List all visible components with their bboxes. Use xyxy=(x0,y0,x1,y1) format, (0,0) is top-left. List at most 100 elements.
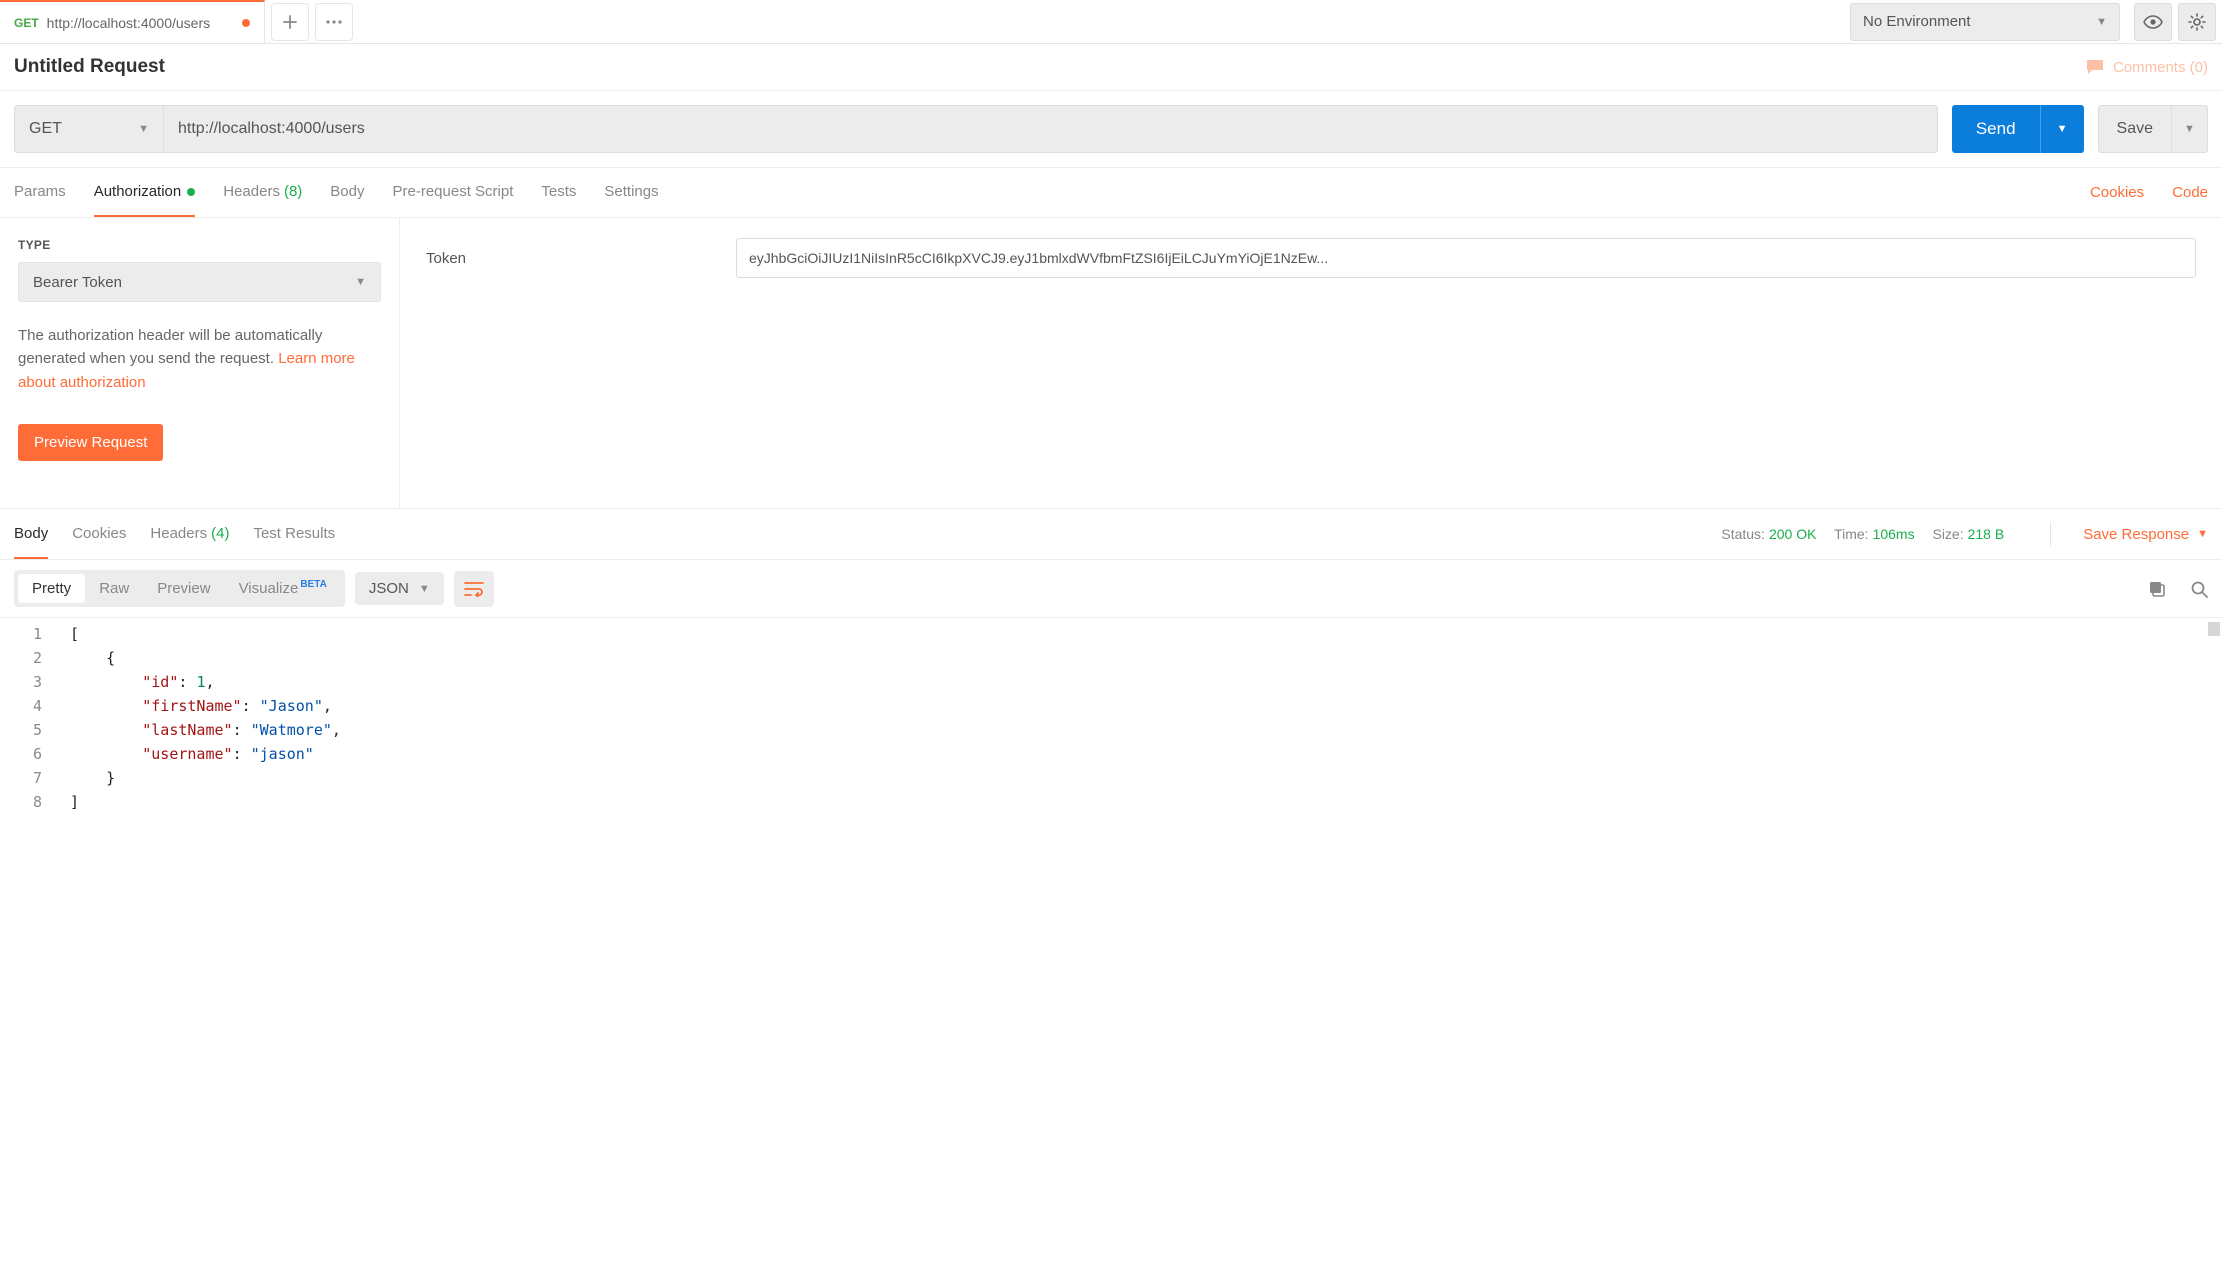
tab-params[interactable]: Params xyxy=(14,168,66,217)
preview-request-button[interactable]: Preview Request xyxy=(18,424,163,461)
chevron-down-icon: ▼ xyxy=(2197,528,2208,540)
tab-body[interactable]: Body xyxy=(330,168,364,217)
resp-tab-cookies[interactable]: Cookies xyxy=(72,509,126,559)
auth-type-select[interactable]: Bearer Token ▼ xyxy=(18,262,381,302)
response-tabs: Body Cookies Headers (4) Test Results St… xyxy=(0,508,2222,560)
code-link[interactable]: Code xyxy=(2172,184,2208,201)
resp-tab-body[interactable]: Body xyxy=(14,509,48,559)
request-tabs: Params Authorization Headers (8) Body Pr… xyxy=(0,168,2222,218)
chevron-down-icon: ▼ xyxy=(2184,123,2195,135)
auth-description: The authorization header will be automat… xyxy=(18,324,381,394)
auth-left: TYPE Bearer Token ▼ The authorization he… xyxy=(0,218,400,508)
code-content: } xyxy=(70,766,115,790)
copy-response-button[interactable] xyxy=(2148,580,2166,598)
code-content: "id": 1, xyxy=(70,670,215,694)
view-visualize[interactable]: VisualizeBETA xyxy=(225,574,341,603)
status-value: 200 OK xyxy=(1769,526,1816,542)
authorization-panel: TYPE Bearer Token ▼ The authorization he… xyxy=(0,218,2222,508)
save-response-button[interactable]: Save Response ▼ xyxy=(2083,526,2208,543)
line-number: 2 xyxy=(0,646,70,670)
comments-button[interactable]: Comments (0) xyxy=(2085,58,2208,76)
auth-type-value: Bearer Token xyxy=(33,274,122,291)
comment-icon xyxy=(2085,58,2105,76)
divider xyxy=(2050,522,2051,546)
url-input[interactable] xyxy=(164,105,1938,153)
line-number: 3 xyxy=(0,670,70,694)
code-line: 2 { xyxy=(0,646,2222,670)
tab-title: http://localhost:4000/users xyxy=(47,15,210,31)
new-tab-button[interactable] xyxy=(271,3,309,41)
code-content: { xyxy=(70,646,115,670)
comments-label: Comments (0) xyxy=(2113,59,2208,76)
chevron-down-icon: ▼ xyxy=(2057,123,2068,135)
method-value: GET xyxy=(29,120,62,138)
line-number: 6 xyxy=(0,742,70,766)
code-line: 1[ xyxy=(0,622,2222,646)
url-bar: GET ▼ Send ▼ Save ▼ xyxy=(0,91,2222,168)
code-line: 8] xyxy=(0,790,2222,814)
unsaved-dot-icon xyxy=(242,19,250,27)
tab-prerequest[interactable]: Pre-request Script xyxy=(393,168,514,217)
scrollbar-thumb[interactable] xyxy=(2208,622,2220,636)
settings-button[interactable] xyxy=(2178,3,2216,41)
environment-quicklook-button[interactable] xyxy=(2134,3,2172,41)
send-label: Send xyxy=(1952,119,2040,139)
active-indicator-icon xyxy=(187,188,195,196)
wrap-lines-button[interactable] xyxy=(454,571,494,607)
token-label: Token xyxy=(426,250,716,267)
code-line: 4 "firstName": "Jason", xyxy=(0,694,2222,718)
line-number: 8 xyxy=(0,790,70,814)
code-content: "firstName": "Jason", xyxy=(70,694,332,718)
token-input[interactable] xyxy=(736,238,2196,278)
line-number: 4 xyxy=(0,694,70,718)
request-tab[interactable]: GET http://localhost:4000/users xyxy=(0,0,265,44)
request-title-row: Untitled Request Comments (0) xyxy=(0,44,2222,91)
save-dropdown[interactable]: ▼ xyxy=(2171,106,2207,152)
send-button[interactable]: Send ▼ xyxy=(1952,105,2084,153)
code-content: ] xyxy=(70,790,79,814)
line-number: 5 xyxy=(0,718,70,742)
view-raw[interactable]: Raw xyxy=(85,574,143,603)
request-title[interactable]: Untitled Request xyxy=(14,56,165,78)
tab-settings[interactable]: Settings xyxy=(604,168,658,217)
environment-select[interactable]: No Environment ▼ xyxy=(1850,3,2120,41)
code-content: "username": "jason" xyxy=(70,742,314,766)
chevron-down-icon: ▼ xyxy=(355,276,366,288)
auth-right: Token xyxy=(400,218,2222,508)
save-button[interactable]: Save ▼ xyxy=(2098,105,2208,153)
environment-label: No Environment xyxy=(1863,13,1971,30)
tab-method: GET xyxy=(14,16,39,30)
size-value: 218 B xyxy=(1968,526,2005,542)
format-select[interactable]: JSON ▼ xyxy=(355,572,444,605)
code-content: [ xyxy=(70,622,79,646)
tab-tests[interactable]: Tests xyxy=(541,168,576,217)
tab-authorization[interactable]: Authorization xyxy=(94,168,196,217)
auth-type-label: TYPE xyxy=(18,238,381,252)
cookies-link[interactable]: Cookies xyxy=(2090,184,2144,201)
chevron-down-icon: ▼ xyxy=(2096,16,2107,28)
view-preview[interactable]: Preview xyxy=(143,574,224,603)
tab-bar: GET http://localhost:4000/users No Envir… xyxy=(0,0,2222,44)
line-number: 7 xyxy=(0,766,70,790)
code-line: 5 "lastName": "Watmore", xyxy=(0,718,2222,742)
viewer-controls: Pretty Raw Preview VisualizeBETA JSON ▼ xyxy=(0,560,2222,618)
view-mode-segment: Pretty Raw Preview VisualizeBETA xyxy=(14,570,345,607)
response-meta: Status:200 OK Time:106ms Size:218 B xyxy=(1721,526,2018,542)
method-select[interactable]: GET ▼ xyxy=(14,105,164,153)
line-number: 1 xyxy=(0,622,70,646)
send-dropdown[interactable]: ▼ xyxy=(2040,105,2084,153)
resp-tab-headers[interactable]: Headers (4) xyxy=(150,509,229,559)
chevron-down-icon: ▼ xyxy=(138,123,149,135)
chevron-down-icon: ▼ xyxy=(419,583,430,595)
tab-options-button[interactable] xyxy=(315,3,353,41)
tab-headers[interactable]: Headers (8) xyxy=(223,168,302,217)
resp-tab-testresults[interactable]: Test Results xyxy=(253,509,335,559)
response-body[interactable]: 1[2 {3 "id": 1,4 "firstName": "Jason",5 … xyxy=(0,618,2222,824)
time-value: 106ms xyxy=(1873,526,1915,542)
code-line: 7 } xyxy=(0,766,2222,790)
search-response-button[interactable] xyxy=(2190,580,2208,598)
code-content: "lastName": "Watmore", xyxy=(70,718,341,742)
beta-badge: BETA xyxy=(300,579,326,590)
save-label: Save xyxy=(2099,120,2171,138)
view-pretty[interactable]: Pretty xyxy=(18,574,85,603)
